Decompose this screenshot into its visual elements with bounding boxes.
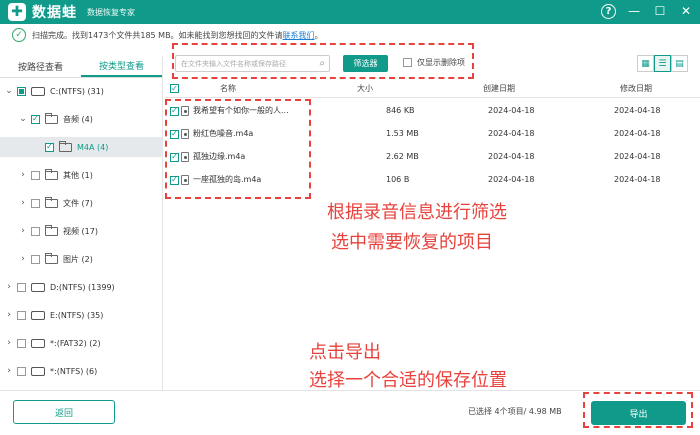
folder-icon: [45, 168, 58, 180]
drive-icon: [31, 366, 45, 376]
list-view-icon[interactable]: ☰: [654, 55, 671, 72]
tree-item-label: 其他 (1): [63, 170, 93, 180]
annotation-box-toolbar: [172, 43, 474, 79]
annotation-box-rows: [165, 99, 311, 199]
detail-view-icon[interactable]: ▤: [671, 55, 688, 72]
tree-item-label: D:(NTFS) (1399): [50, 282, 115, 292]
tree-item-label: 音频 (4): [63, 114, 93, 124]
tree-item-label: 视频 (17): [63, 226, 98, 236]
tree-item[interactable]: › 图片 (2): [0, 249, 163, 269]
chevron-right-icon[interactable]: ›: [4, 310, 14, 320]
tree-item[interactable]: › 文件 (7): [0, 193, 163, 213]
tree-item-checkbox[interactable]: [31, 198, 40, 208]
modified-date: 2024-04-18: [614, 175, 661, 184]
tree-item[interactable]: › *:(FAT32) (2): [0, 333, 163, 353]
footer-bar: 返回 已选择 4个项目/ 4.98 MB 导出: [0, 390, 700, 435]
tree-item-checkbox[interactable]: [31, 226, 40, 236]
modified-date: 2024-04-18: [614, 129, 661, 138]
tree-item-label: *:(FAT32) (2): [50, 338, 101, 348]
folder-icon: [45, 224, 58, 236]
tree-item-checkbox[interactable]: [17, 310, 26, 320]
modified-date: 2024-04-18: [614, 106, 661, 115]
column-name[interactable]: 名称: [220, 83, 236, 94]
chevron-down-icon[interactable]: ⌄: [18, 114, 28, 124]
tree-item[interactable]: M4A (4): [0, 137, 163, 157]
tree-item[interactable]: ⌄ 音频 (4): [0, 109, 163, 129]
maximize-button[interactable]: ☐: [652, 3, 668, 19]
tree-item[interactable]: › *:(NTFS) (6): [0, 361, 163, 381]
tab-by-type[interactable]: 按类型查看: [81, 56, 162, 77]
chevron-right-icon[interactable]: ›: [18, 226, 28, 236]
created-date: 2024-04-18: [488, 106, 535, 115]
tree-item-checkbox[interactable]: [31, 114, 40, 124]
contact-us-link[interactable]: 联系我们: [283, 30, 315, 41]
tree-item-label: 文件 (7): [63, 198, 93, 208]
folder-icon: [59, 140, 72, 152]
file-size: 1.53 MB: [386, 129, 419, 138]
tree-item-checkbox[interactable]: [31, 254, 40, 264]
annotation-text-select: 选中需要恢复的项目: [331, 232, 493, 253]
tab-by-path[interactable]: 按路径查看: [0, 56, 81, 77]
file-size: 2.62 MB: [386, 152, 419, 161]
tree-item-label: C:(NTFS) (31): [50, 86, 104, 96]
tree-item[interactable]: › 视频 (17): [0, 221, 163, 241]
tree-item-label: *:(NTFS) (6): [50, 366, 98, 376]
minimize-button[interactable]: —: [626, 3, 642, 19]
annotation-text-export: 点击导出: [309, 342, 381, 363]
drive-icon: [31, 86, 45, 96]
tree-item[interactable]: › D:(NTFS) (1399): [0, 277, 163, 297]
folder-icon: [45, 112, 58, 124]
select-all-checkbox[interactable]: [170, 84, 179, 93]
chevron-right-icon[interactable]: ›: [4, 282, 14, 292]
tree-item[interactable]: ⌄ C:(NTFS) (31): [0, 81, 163, 101]
file-size: 106 B: [386, 175, 410, 184]
tree-item-checkbox[interactable]: [31, 170, 40, 180]
check-circle-icon: ✓: [12, 28, 26, 42]
folder-icon: [45, 196, 58, 208]
drive-icon: [31, 282, 45, 292]
scan-status-tail: 。: [314, 30, 323, 40]
title-bar: ✚ 数据蛙 数据恢复专家 ? — ☐ ✕: [0, 0, 700, 24]
created-date: 2024-04-18: [488, 175, 535, 184]
drive-icon: [31, 338, 45, 348]
column-created[interactable]: 创建日期: [483, 83, 515, 94]
chevron-right-icon[interactable]: ›: [18, 198, 28, 208]
tree-item-checkbox[interactable]: [45, 142, 54, 152]
chevron-right-icon[interactable]: ›: [4, 366, 14, 376]
chevron-right-icon[interactable]: ›: [4, 338, 14, 348]
tree-item[interactable]: › E:(NTFS) (35): [0, 305, 163, 325]
tree-item-label: E:(NTFS) (35): [50, 310, 104, 320]
tree-item-checkbox[interactable]: [17, 282, 26, 292]
annotation-text-filter: 根据录音信息进行筛选: [327, 202, 507, 223]
column-modified[interactable]: 修改日期: [620, 83, 652, 94]
grid-view-icon[interactable]: ▦: [637, 55, 654, 72]
selection-info: 已选择 4个项目/ 4.98 MB: [468, 407, 562, 416]
tree-item[interactable]: › 其他 (1): [0, 165, 163, 185]
scan-status-text: 扫描完成。找到1473个文件共185 MB。如未能找到您想找回的文件请: [32, 30, 283, 40]
chevron-right-icon[interactable]: ›: [18, 170, 28, 180]
tree-item-checkbox[interactable]: [17, 338, 26, 348]
tree-item-label: M4A (4): [77, 142, 109, 152]
created-date: 2024-04-18: [488, 152, 535, 161]
file-size: 846 KB: [386, 106, 415, 115]
back-button[interactable]: 返回: [13, 400, 115, 424]
tree-item-checkbox[interactable]: [17, 366, 26, 376]
drive-icon: [31, 310, 45, 320]
created-date: 2024-04-18: [488, 129, 535, 138]
column-size[interactable]: 大小: [357, 83, 373, 94]
app-subtitle: 数据恢复专家: [87, 7, 135, 17]
app-logo-icon: ✚: [8, 3, 26, 21]
modified-date: 2024-04-18: [614, 152, 661, 161]
export-button[interactable]: 导出: [591, 401, 686, 425]
close-button[interactable]: ✕: [678, 3, 694, 19]
app-name: 数据蛙: [32, 5, 77, 21]
tree-item-checkbox[interactable]: [17, 86, 26, 96]
tree-item-label: 图片 (2): [63, 254, 93, 264]
chevron-right-icon[interactable]: ›: [18, 254, 28, 264]
folder-icon: [45, 252, 58, 264]
table-header: 名称 大小 创建日期 修改日期: [165, 80, 700, 98]
help-icon[interactable]: ?: [601, 3, 616, 19]
chevron-down-icon[interactable]: ⌄: [4, 86, 14, 96]
